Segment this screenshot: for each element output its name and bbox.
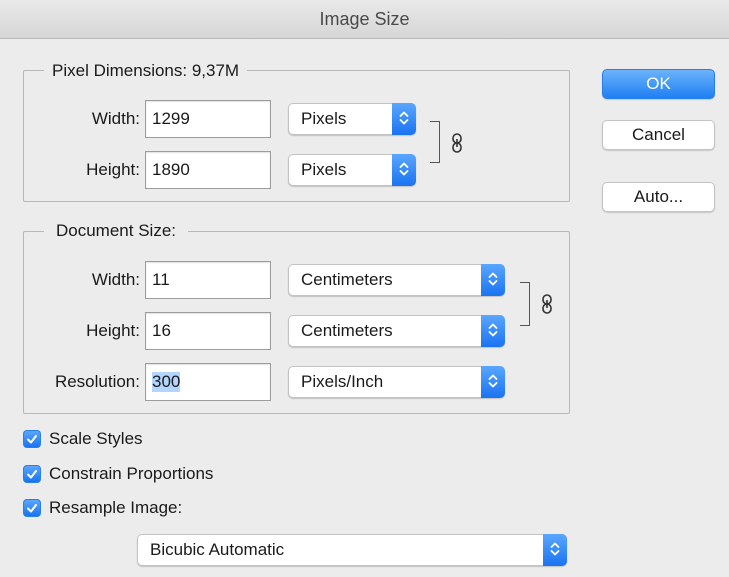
resample-image-label: Resample Image:: [49, 498, 183, 517]
resolution-unit-select[interactable]: Pixels/Inch: [288, 366, 505, 398]
doc-height-unit-value: Centimeters: [301, 321, 393, 340]
window-title: Image Size: [319, 9, 410, 29]
constrain-proportions-option[interactable]: Constrain Proportions: [23, 463, 213, 485]
scale-styles-checkbox[interactable]: [23, 430, 41, 448]
pixel-width-unit-value: Pixels: [301, 109, 347, 128]
chevron-updown-icon: [543, 534, 567, 566]
chevron-updown-icon: [392, 103, 416, 135]
cancel-button[interactable]: Cancel: [602, 120, 715, 150]
pixel-height-unit-value: Pixels: [301, 160, 347, 179]
pixel-width-unit-select[interactable]: Pixels: [288, 103, 416, 135]
resample-method-select[interactable]: Bicubic Automatic: [137, 534, 567, 566]
chevron-updown-icon: [481, 366, 505, 398]
pixel-height-input[interactable]: 1890: [145, 151, 271, 189]
resolution-unit-value: Pixels/Inch: [301, 372, 384, 391]
constrain-proportions-label: Constrain Proportions: [49, 464, 214, 483]
chevron-updown-icon: [481, 264, 505, 296]
resolution-value: 300: [152, 372, 181, 392]
scale-styles-option[interactable]: Scale Styles: [23, 428, 143, 450]
doc-width-value: 11: [152, 270, 170, 289]
scale-styles-label: Scale Styles: [49, 429, 143, 448]
doc-width-unit-value: Centimeters: [301, 270, 393, 289]
constrain-proportions-checkbox[interactable]: [23, 465, 41, 483]
document-size-label: Document Size:: [56, 221, 176, 240]
resample-image-checkbox[interactable]: [23, 499, 41, 517]
pixel-link-bracket: [430, 121, 440, 163]
doc-height-value: 16: [152, 321, 171, 340]
chain-link-icon[interactable]: [541, 294, 553, 314]
window-titlebar: Image Size: [0, 0, 729, 39]
resample-image-option[interactable]: Resample Image:: [23, 497, 182, 519]
pixel-width-input[interactable]: 1299: [145, 100, 271, 138]
resolution-label: Resolution:: [54, 372, 140, 391]
resample-method-value: Bicubic Automatic: [150, 540, 285, 559]
pixel-width-value: 1299: [152, 109, 190, 128]
pixel-dimensions-legend: Pixel Dimensions: 9,37M: [44, 61, 248, 81]
checkmark-icon: [27, 470, 37, 479]
pixel-height-label: Height:: [86, 160, 140, 179]
pixel-height-unit-select[interactable]: Pixels: [288, 154, 416, 186]
doc-width-input[interactable]: 11: [145, 261, 271, 299]
checkmark-icon: [27, 435, 37, 444]
checkmark-icon: [27, 504, 37, 513]
document-size-legend: Document Size:: [44, 221, 188, 241]
pixel-dimensions-label: Pixel Dimensions:: [52, 61, 188, 80]
auto-button[interactable]: Auto...: [602, 182, 715, 212]
chain-link-icon[interactable]: [451, 133, 463, 153]
doc-height-input[interactable]: 16: [145, 312, 271, 350]
pixel-width-label: Width:: [91, 109, 140, 128]
pixel-dimensions-size: 9,37M: [191, 61, 240, 80]
chevron-updown-icon: [392, 154, 416, 186]
doc-width-unit-select[interactable]: Centimeters: [288, 264, 505, 296]
doc-height-label: Height:: [86, 321, 140, 340]
ok-button[interactable]: OK: [602, 69, 715, 99]
doc-height-unit-select[interactable]: Centimeters: [288, 315, 505, 347]
doc-width-label: Width:: [91, 270, 140, 289]
pixel-height-value: 1890: [152, 160, 190, 179]
chevron-updown-icon: [481, 315, 505, 347]
doc-link-bracket: [520, 282, 530, 326]
resolution-input[interactable]: 300: [145, 363, 271, 401]
